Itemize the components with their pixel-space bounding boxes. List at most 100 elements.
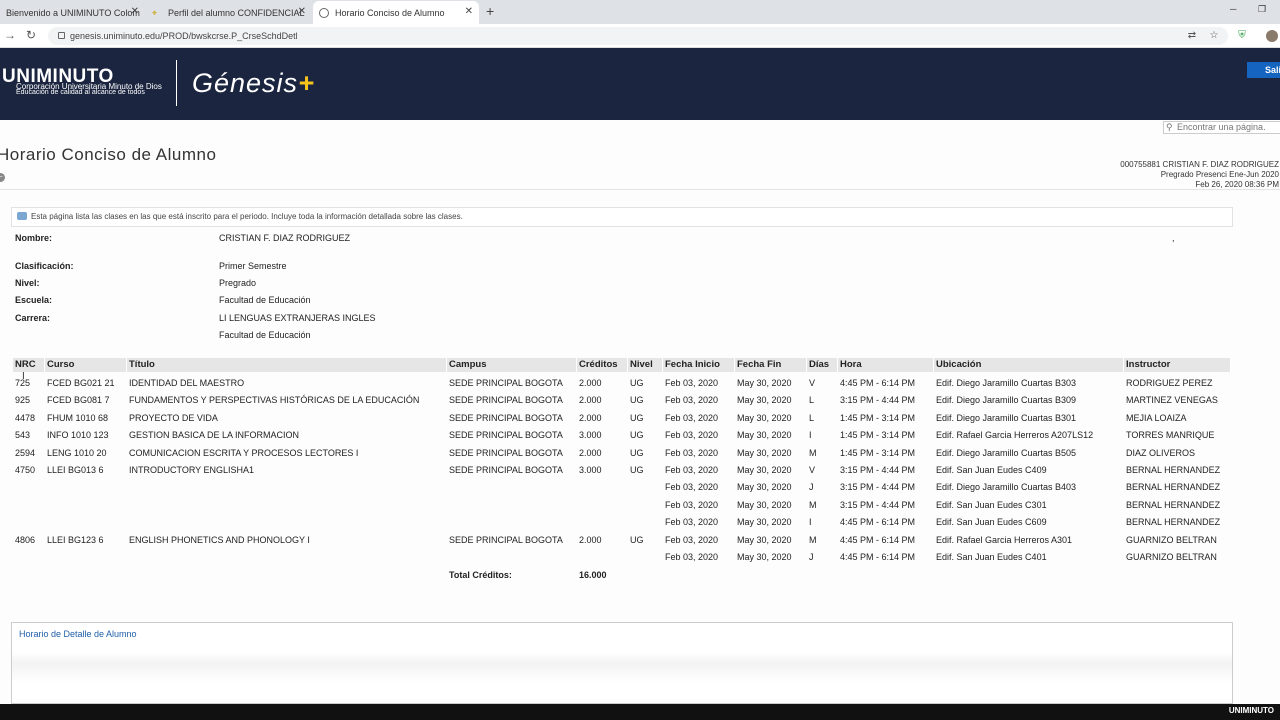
cell-fecha-fin: May 30, 2020: [737, 378, 792, 388]
carrera-value: LI LENGUAS EXTRANJERAS INGLES: [219, 313, 376, 323]
cell-hora: 4:45 PM - 6:14 PM: [840, 552, 916, 562]
cell-nrc[interactable]: 4478: [15, 413, 35, 423]
cell-ubicacion: Edif. San Juan Eudes C409: [936, 465, 1047, 475]
search-icon: ⚲: [1166, 122, 1173, 132]
cell-fecha-inicio: Feb 03, 2020: [665, 378, 719, 388]
cell-hora: 1:45 PM - 3:14 PM: [840, 447, 916, 458]
tab-horario-active[interactable]: Horario Conciso de Alumno ✕: [313, 1, 479, 24]
student-info-block: 000755881 CRISTIAN F. DIAZ RODRIGUEZ Pre…: [1120, 160, 1279, 190]
forward-icon[interactable]: →: [4, 28, 16, 42]
cell-nivel: UG: [630, 534, 644, 545]
cell-dias: M: [809, 499, 817, 510]
cell-nrc[interactable]: 4750: [15, 465, 35, 475]
column-header-titulo: Título: [127, 358, 447, 372]
cell-curso: LLEI BG013 6: [47, 465, 104, 475]
cell-instructor: MEJIA LOAIZA: [1126, 412, 1187, 423]
column-header-hora: Hora: [838, 358, 934, 372]
column-header-fecha-inicio: Fecha Inicio: [663, 358, 735, 372]
tab-perfil[interactable]: ⌖ Perfil del alumno CONFIDENCIAL ✕: [146, 1, 312, 24]
collapse-icon[interactable]: −: [0, 173, 5, 182]
cell-nivel: UG: [630, 412, 644, 423]
cell-hora: 4:45 PM - 6:14 PM: [840, 378, 916, 388]
cell-hora: 1:45 PM - 3:14 PM: [840, 430, 916, 441]
cell-fecha-inicio: Feb 03, 2020: [665, 517, 719, 528]
column-header-instructor: Instructor: [1124, 358, 1231, 372]
cell-hora: 4:45 PM - 6:14 PM: [840, 517, 916, 528]
cell-titulo: COMUNICACION ESCRITA Y PROCESOS LECTORES…: [129, 447, 359, 458]
cell-nrc[interactable]: 4806: [15, 535, 35, 545]
cell-fecha-inicio: Feb 03, 2020: [665, 499, 719, 510]
cell-campus: SEDE PRINCIPAL BOGOTA: [449, 447, 563, 458]
url-text: genesis.uniminuto.edu/PROD/bwskcrse.P_Cr…: [70, 31, 298, 41]
cell-dias: M: [809, 447, 817, 458]
column-header-ubicacion: Ubicación: [934, 358, 1124, 372]
tab-bienvenido[interactable]: Bienvenido a UNIMINUTO Colom ✕: [0, 1, 145, 24]
tab-title: Perfil del alumno CONFIDENCIAL: [168, 7, 305, 18]
total-credits-value: 16.000: [579, 570, 607, 580]
nombre-label: Nombre:: [15, 233, 53, 243]
new-tab-button[interactable]: +: [486, 3, 494, 19]
exit-button[interactable]: Sali: [1247, 62, 1280, 78]
cell-curso: FCED BG021 21: [47, 378, 115, 388]
cell-nrc[interactable]: 925: [15, 395, 30, 405]
cell-creditos: 2.000: [579, 534, 602, 545]
cell-curso: INFO 1010 123: [47, 430, 109, 441]
cell-fecha-fin: May 30, 2020: [737, 412, 792, 423]
cell-curso: FCED BG081 7: [47, 395, 110, 406]
cell-fecha-inicio: Feb 03, 2020: [665, 447, 719, 458]
cell-hora: 1:45 PM - 3:14 PM: [840, 412, 916, 423]
cell-instructor: BERNAL HERNANDEZ: [1126, 482, 1221, 493]
cell-campus: SEDE PRINCIPAL BOGOTA: [449, 395, 563, 406]
clasificacion-label: Clasificación:: [15, 261, 74, 271]
search-input[interactable]: ⚲ Encontrar una página.: [1163, 121, 1280, 134]
cell-creditos: 2.000: [579, 395, 602, 406]
cell-campus: SEDE PRINCIPAL BOGOTA: [449, 534, 563, 545]
cell-nivel: UG: [630, 447, 644, 458]
shield-extension-icon[interactable]: ⛨: [1236, 30, 1248, 42]
cell-hora: 4:45 PM - 6:14 PM: [840, 534, 916, 545]
reload-icon[interactable]: ↻: [26, 28, 36, 42]
tab-title: Horario Conciso de Alumno: [335, 7, 445, 18]
cell-dias: J: [809, 482, 814, 493]
column-header-curso: Curso: [45, 358, 127, 372]
cell-fecha-fin: May 30, 2020: [737, 465, 792, 475]
column-header-creditos: Créditos: [577, 358, 628, 372]
restore-icon[interactable]: ❐: [1258, 4, 1266, 15]
cell-campus: SEDE PRINCIPAL BOGOTA: [449, 412, 563, 423]
escuela-value: Facultad de Educación: [219, 295, 311, 305]
globe-icon: [319, 7, 329, 18]
detail-schedule-link[interactable]: Horario de Detalle de Alumno: [19, 629, 137, 639]
cell-fecha-fin: May 30, 2020: [737, 482, 792, 493]
address-bar[interactable]: genesis.uniminuto.edu/PROD/bwskcrse.P_Cr…: [48, 27, 1228, 45]
column-header-fecha-fin: Fecha Fin: [735, 358, 807, 372]
cell-nrc[interactable]: 2594: [15, 448, 35, 458]
nivel-label: Nivel:: [15, 278, 40, 288]
column-header-campus: Campus: [447, 358, 577, 372]
browser-tab-bar: Bienvenido a UNIMINUTO Colom ✕ ⌖ Perfil …: [0, 0, 1280, 24]
minimize-icon[interactable]: ─: [1230, 4, 1236, 14]
column-header-nrc: NRC: [13, 358, 45, 372]
cell-hora: 3:15 PM - 4:44 PM: [840, 395, 916, 406]
cell-dias: M: [809, 534, 817, 545]
cell-instructor: GUARNIZO BELTRAN: [1126, 552, 1217, 562]
cell-nrc[interactable]: 543: [15, 430, 30, 440]
close-tab-icon[interactable]: ✕: [131, 6, 139, 17]
lock-icon[interactable]: [58, 32, 65, 39]
profile-avatar[interactable]: [1266, 30, 1278, 42]
bookmark-star-icon[interactable]: ☆: [1208, 30, 1220, 42]
escuela-label: Escuela:: [15, 295, 53, 305]
close-tab-icon[interactable]: ✕: [465, 6, 473, 17]
translate-icon[interactable]: ⇄: [1186, 30, 1198, 42]
cell-nivel: UG: [630, 378, 644, 388]
cell-titulo: ENGLISH PHONETICS AND PHONOLOGY I: [129, 534, 310, 545]
detail-schedule-panel: [11, 622, 1233, 704]
cell-ubicacion: Edif. Diego Jaramillo Cuartas B309: [936, 395, 1077, 406]
cell-instructor: GUARNIZO BELTRAN: [1126, 534, 1217, 545]
close-tab-icon[interactable]: ✕: [298, 6, 306, 17]
cell-hora: 3:15 PM - 4:44 PM: [840, 465, 916, 475]
cell-creditos: 2.000: [579, 447, 602, 458]
tab-title: Bienvenido a UNIMINUTO Colom: [6, 7, 140, 18]
nombre-value: CRISTIAN F. DIAZ RODRIGUEZ: [219, 233, 351, 243]
cell-nivel: UG: [630, 430, 644, 441]
page-title: Horario Conciso de Alumno: [0, 145, 217, 164]
